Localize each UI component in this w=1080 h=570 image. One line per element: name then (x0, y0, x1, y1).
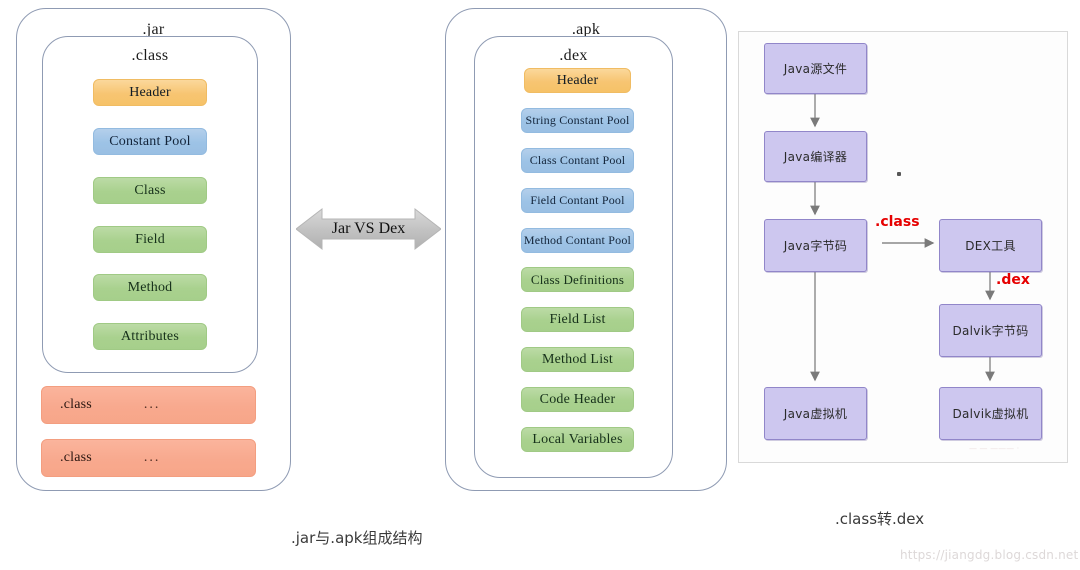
edge-label-class: .class (875, 214, 920, 230)
jar-section-label: Header (129, 84, 171, 100)
jar-extra-class-ellipsis: ... (143, 397, 161, 412)
jar-extra-class-2[interactable]: .class ... (41, 439, 256, 477)
watermark: https://jiangdg.blog.csdn.net (900, 548, 1079, 562)
flow-node-java-vm[interactable]: Java虚拟机 (764, 387, 867, 440)
flow-node-label: Java字节码 (783, 239, 848, 253)
jar-vs-dex-divider: Jar VS Dex (296, 205, 441, 253)
jar-section-label: Class (134, 182, 166, 198)
jar-extra-class-label: .class (60, 397, 92, 412)
jar-section-attributes[interactable]: Attributes (93, 323, 207, 350)
dex-section-label: Method Contant Pool (523, 233, 632, 247)
jar-section-method[interactable]: Method (93, 274, 207, 301)
left-caption: .jar与.apk组成结构 (291, 529, 423, 547)
dex-section-class-definitions[interactable]: Class Definitions (521, 267, 634, 292)
jar-extra-class-label: .class (60, 450, 92, 465)
dex-section-label: Code Header (539, 391, 616, 407)
dex-section-label: Field List (549, 311, 606, 327)
flow-node-dalvik-bytecode[interactable]: Dalvik字节码 (939, 304, 1042, 357)
dex-section-field-contant-pool[interactable]: Field Contant Pool (521, 188, 634, 213)
dex-section-label: Class Definitions (530, 271, 625, 287)
jar-section-constant-pool[interactable]: Constant Pool (93, 128, 207, 155)
dex-section-string-constant-pool[interactable]: String Constant Pool (521, 108, 634, 133)
flow-node-dalvik-vm[interactable]: Dalvik虚拟机 (939, 387, 1042, 440)
flow-node-label: DEX工具 (965, 239, 1016, 253)
dex-title: .dex (559, 47, 588, 64)
dex-section-label: Method List (541, 351, 614, 367)
jar-extra-class-1[interactable]: .class ... (41, 386, 256, 424)
class-title: .class (131, 47, 169, 64)
flow-node-java-source[interactable]: Java源文件 (764, 43, 867, 94)
dex-section-label: Class Contant Pool (529, 153, 626, 167)
right-caption: .class转.dex (835, 510, 925, 528)
dex-section-class-contant-pool[interactable]: Class Contant Pool (521, 148, 634, 173)
flow-node-java-bytecode[interactable]: Java字节码 (764, 219, 867, 272)
jar-section-label: Method (127, 279, 173, 295)
flow-node-java-compiler[interactable]: Java编译器 (764, 131, 867, 182)
jar-section-field[interactable]: Field (93, 226, 207, 253)
jar-section-label: Field (135, 231, 165, 247)
stray-dot-artifact (897, 172, 901, 176)
jar-section-header[interactable]: Header (93, 79, 207, 106)
jar-section-label: Attributes (121, 328, 179, 344)
edge-label-dex: .dex (996, 272, 1030, 288)
dex-section-field-list[interactable]: Field List (521, 307, 634, 332)
dex-section-method-contant-pool[interactable]: Method Contant Pool (521, 228, 634, 253)
flow-node-label: Dalvik字节码 (952, 324, 1029, 338)
jar-vs-dex-label: Jar VS Dex (331, 220, 406, 237)
flow-node-label: Java源文件 (783, 62, 848, 76)
flow-node-label: Java编译器 (783, 150, 848, 164)
dex-section-label: Local Variables (532, 431, 623, 447)
dex-section-label: String Constant Pool (525, 113, 630, 127)
dex-section-label: Field Contant Pool (530, 193, 625, 207)
dex-section-method-list[interactable]: Method List (521, 347, 634, 372)
jar-section-label: Constant Pool (109, 133, 191, 149)
dex-section-label: Header (556, 72, 599, 88)
flow-node-label: Dalvik虚拟机 (952, 407, 1029, 421)
flow-node-dex-tool[interactable]: DEX工具 (939, 219, 1042, 272)
jar-extra-class-ellipsis: ... (143, 450, 161, 465)
flow-node-label: Java虚拟机 (783, 407, 848, 421)
faint-erased-artifact: — — ——— · (969, 444, 1020, 453)
jar-section-class[interactable]: Class (93, 177, 207, 204)
dex-section-local-variables[interactable]: Local Variables (521, 427, 634, 452)
dex-section-header[interactable]: Header (524, 68, 631, 93)
dex-section-code-header[interactable]: Code Header (521, 387, 634, 412)
class-to-dex-flow-panel: Java源文件 Java编译器 Java字节码 DEX工具 Dalvik字节码 … (738, 31, 1068, 463)
